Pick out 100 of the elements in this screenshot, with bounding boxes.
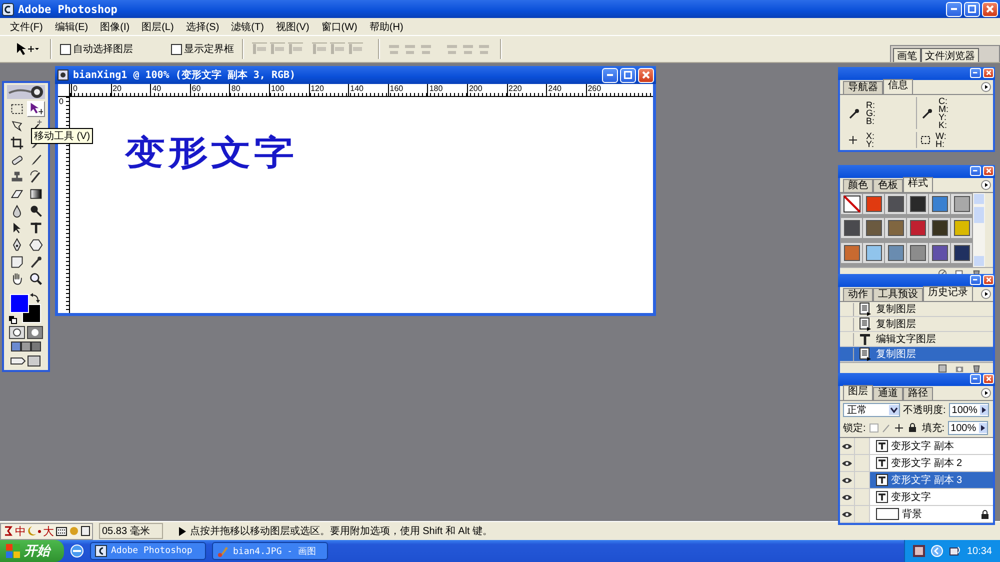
tray-app-icon[interactable]	[912, 545, 925, 557]
style-swatch[interactable]	[910, 196, 926, 212]
style-swatch[interactable]	[932, 220, 948, 236]
visibility-toggle[interactable]	[840, 472, 855, 488]
style-swatch[interactable]	[932, 196, 948, 212]
panel-menu-icon[interactable]	[981, 82, 991, 92]
history-item[interactable]: 复制图层	[840, 302, 993, 317]
blend-mode-dropdown[interactable]: 正常	[843, 403, 900, 417]
panel-tab[interactable]: 信息	[883, 79, 913, 94]
jump-to-icon[interactable]	[10, 354, 42, 368]
panel-tab[interactable]: 色板	[873, 179, 903, 192]
visibility-toggle[interactable]	[840, 489, 855, 505]
browser-icon[interactable]	[70, 544, 84, 558]
menu-item[interactable]: 选择(S)	[180, 20, 226, 34]
eye-icon[interactable]	[842, 510, 852, 518]
layer-row[interactable]: 变形文字 副本 2	[870, 455, 993, 471]
style-swatch[interactable]	[888, 244, 904, 261]
link-toggle[interactable]	[855, 438, 870, 454]
panel-menu-icon[interactable]	[981, 388, 991, 398]
style-swatch[interactable]	[888, 220, 904, 236]
ime-menu-icon[interactable]	[81, 526, 90, 536]
maximize-button[interactable]	[964, 2, 980, 16]
panel-tab[interactable]: 图层	[843, 385, 873, 400]
panel-tab[interactable]: 通道	[873, 387, 903, 400]
layer-row[interactable]: 变形文字 副本 3	[870, 472, 993, 488]
minimize-button[interactable]	[970, 275, 981, 285]
link-toggle[interactable]	[855, 472, 870, 488]
style-swatch[interactable]	[910, 244, 926, 261]
panel-tab[interactable]: 导航器	[843, 81, 883, 94]
eye-icon[interactable]	[842, 460, 852, 466]
panel-tab[interactable]: 工具预设	[873, 288, 923, 301]
style-swatch[interactable]	[866, 196, 882, 212]
maximize-button[interactable]	[620, 68, 636, 82]
menu-item[interactable]: 帮助(H)	[363, 20, 410, 34]
shape-tool[interactable]	[26, 237, 44, 253]
ime-mode[interactable]: 中	[15, 524, 26, 538]
link-toggle[interactable]	[855, 489, 870, 505]
eye-icon[interactable]	[842, 494, 852, 500]
eye-icon[interactable]	[842, 476, 852, 484]
minimize-button[interactable]	[946, 2, 962, 16]
taskbar-button[interactable]: Adobe Photoshop	[90, 542, 206, 560]
move-tool[interactable]	[26, 101, 44, 117]
style-swatch[interactable]	[866, 244, 882, 261]
new-document-icon[interactable]	[938, 364, 947, 372]
panel-menu-icon[interactable]	[981, 180, 991, 190]
default-colors-icon[interactable]	[9, 316, 17, 324]
close-button[interactable]	[983, 68, 994, 78]
close-button[interactable]	[982, 2, 998, 16]
minimize-button[interactable]	[970, 68, 981, 78]
screen-mode-icon[interactable]	[11, 341, 41, 352]
close-button[interactable]	[983, 374, 994, 384]
checkbox[interactable]: 显示定界框	[171, 42, 234, 56]
panel-tab[interactable]: 动作	[843, 288, 873, 301]
menu-item[interactable]: 图层(L)	[136, 20, 180, 34]
minimize-button[interactable]	[602, 68, 618, 82]
close-button[interactable]	[983, 166, 994, 176]
no-style-swatch[interactable]	[842, 195, 860, 213]
layer-row[interactable]: 变形文字	[870, 489, 993, 505]
layer-row[interactable]: 变形文字 副本	[870, 438, 993, 454]
minimize-button[interactable]	[970, 166, 981, 176]
palette-tab[interactable]: 画笔	[893, 48, 921, 62]
visibility-toggle[interactable]	[840, 455, 855, 471]
visibility-toggle[interactable]	[840, 438, 855, 454]
taskbar-button[interactable]: bian4.JPG - 画图	[212, 542, 328, 560]
camera-icon[interactable]	[955, 364, 964, 372]
style-swatch[interactable]	[932, 244, 948, 261]
layer-row[interactable]: 背景	[870, 506, 993, 522]
menu-item[interactable]: 窗口(W)	[315, 20, 364, 34]
ime-mode[interactable]: 大	[43, 524, 54, 538]
history-item[interactable]: 复制图层	[840, 317, 993, 332]
quick-mask-icon[interactable]	[27, 326, 43, 339]
menu-item[interactable]: 视图(V)	[270, 20, 316, 34]
style-swatch[interactable]	[844, 244, 860, 261]
close-button[interactable]	[638, 68, 654, 82]
style-swatch[interactable]	[954, 220, 970, 236]
menu-item[interactable]: 编辑(E)	[48, 20, 94, 34]
network-icon[interactable]	[948, 545, 961, 557]
fill-field[interactable]: 100%	[948, 421, 988, 435]
link-toggle[interactable]	[855, 506, 870, 522]
style-swatch[interactable]	[888, 196, 904, 212]
panel-tab[interactable]: 颜色	[843, 179, 873, 192]
eye-icon[interactable]	[842, 442, 852, 450]
panel-tab[interactable]: 样式	[903, 177, 933, 192]
panel-tab[interactable]: 历史记录	[923, 286, 973, 301]
panel-tab[interactable]: 路径	[903, 387, 933, 400]
history-item[interactable]: 复制图层	[840, 347, 993, 362]
menu-item[interactable]: 文件(F)	[4, 20, 49, 34]
checkbox[interactable]: 自动选择图层	[60, 42, 133, 56]
style-swatch[interactable]	[910, 220, 926, 236]
arrow-icon[interactable]	[178, 526, 186, 536]
style-swatch[interactable]	[954, 244, 970, 261]
style-swatch[interactable]	[866, 220, 882, 236]
swap-colors-icon[interactable]	[30, 293, 40, 303]
palette-tab[interactable]: 文件浏览器	[921, 48, 979, 62]
menu-item[interactable]: 图像(I)	[94, 20, 136, 34]
close-button[interactable]	[983, 275, 994, 285]
panel-menu-icon[interactable]	[981, 289, 991, 299]
style-swatch[interactable]	[844, 220, 860, 236]
style-swatch[interactable]	[954, 196, 970, 212]
keyboard-icon[interactable]	[56, 526, 67, 536]
